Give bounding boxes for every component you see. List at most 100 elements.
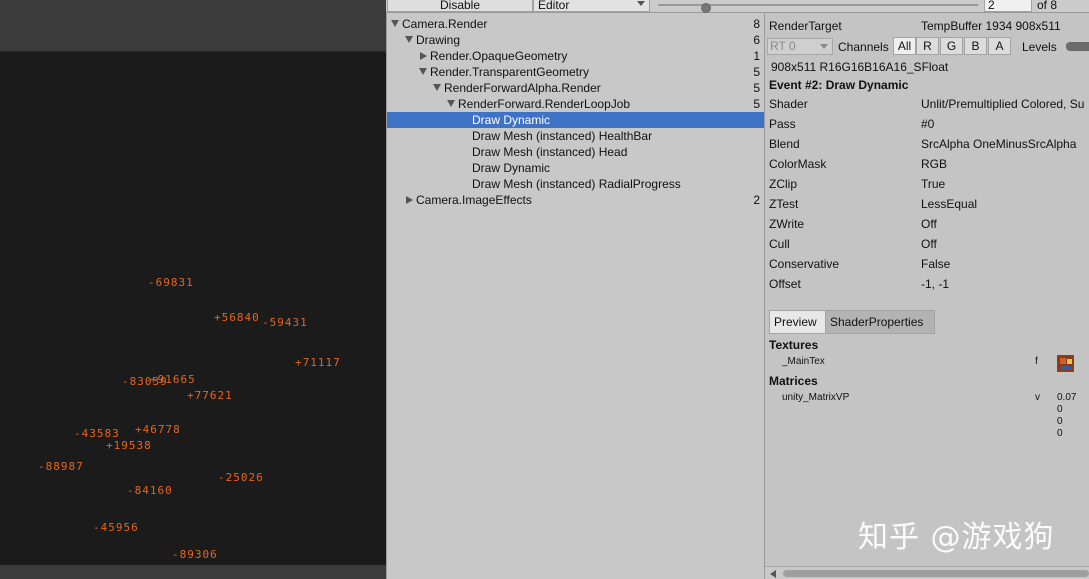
damage-number: -69831 bbox=[148, 276, 194, 289]
tree-item[interactable]: RenderForwardAlpha.Render 5 bbox=[387, 80, 764, 96]
prop-value: SrcAlpha OneMinusSrcAlpha bbox=[921, 137, 1076, 151]
event-slider-handle[interactable] bbox=[701, 3, 711, 13]
prop-value: #0 bbox=[921, 117, 934, 131]
channel-all-button[interactable]: All bbox=[893, 37, 916, 55]
event-total-label: of 8 bbox=[1037, 0, 1057, 12]
watermark: 知乎 @游戏狗 bbox=[858, 512, 1055, 556]
tree-item-count: 6 bbox=[753, 32, 760, 48]
prop-value: -1, -1 bbox=[921, 277, 949, 291]
tree-item[interactable]: Draw Mesh (instanced) HealthBar bbox=[387, 128, 764, 144]
tree-item[interactable]: Camera.Render 8 bbox=[387, 16, 764, 32]
texture-thumbnail[interactable] bbox=[1057, 355, 1074, 372]
channels-label: Channels bbox=[838, 40, 889, 54]
event-slider[interactable] bbox=[658, 4, 978, 6]
tree-item-label: Drawing bbox=[416, 32, 460, 48]
damage-number: +77621 bbox=[187, 389, 233, 402]
prop-value: LessEqual bbox=[921, 197, 977, 211]
tree-item-label: RenderForward.RenderLoopJob bbox=[458, 96, 630, 112]
matrix-value: 0 bbox=[1057, 404, 1063, 415]
damage-number: -45956 bbox=[93, 521, 139, 534]
channel-a-button[interactable]: A bbox=[988, 37, 1011, 55]
expand-arrow-icon[interactable] bbox=[419, 68, 427, 75]
texture-flag: f bbox=[1035, 356, 1038, 367]
tree-item[interactable]: Draw Mesh (instanced) RadialProgress bbox=[387, 176, 764, 192]
prop-key: ZClip bbox=[769, 177, 797, 191]
prop-value: True bbox=[921, 177, 945, 191]
prop-value: Unlit/Premultiplied Colored, Su bbox=[921, 97, 1084, 111]
damage-number: -84160 bbox=[127, 484, 173, 497]
matrices-header: Matrices bbox=[769, 374, 818, 388]
tree-item-label: Draw Mesh (instanced) HealthBar bbox=[472, 128, 652, 144]
prop-key: Conservative bbox=[769, 257, 839, 271]
tree-item-label: Camera.ImageEffects bbox=[416, 192, 532, 208]
prop-key: Shader bbox=[769, 97, 808, 111]
damage-number: +56840 bbox=[214, 311, 260, 324]
tab-preview[interactable]: Preview bbox=[769, 310, 826, 334]
tree-item[interactable]: Drawing 6 bbox=[387, 32, 764, 48]
damage-number: +91665 bbox=[150, 373, 196, 386]
tree-item[interactable]: Draw Mesh (instanced) Head bbox=[387, 144, 764, 160]
matrix-value: 0 bbox=[1057, 416, 1063, 427]
event-number-field[interactable]: 2 bbox=[984, 0, 1032, 12]
collapse-arrow-icon[interactable] bbox=[406, 196, 413, 204]
prop-key: ZTest bbox=[769, 197, 798, 211]
matrix-value: 0 bbox=[1057, 428, 1063, 439]
tree-item[interactable]: Draw Dynamic bbox=[387, 160, 764, 176]
tree-item[interactable]: RenderForward.RenderLoopJob 5 bbox=[387, 96, 764, 112]
damage-number: -25026 bbox=[218, 471, 264, 484]
tree-item-label: Draw Dynamic bbox=[472, 112, 550, 128]
editor-select-value: Editor bbox=[538, 0, 569, 12]
expand-arrow-icon[interactable] bbox=[447, 100, 455, 107]
prop-key: Cull bbox=[769, 237, 790, 251]
tree-item-count: 5 bbox=[753, 80, 760, 96]
tab-shader-properties[interactable]: ShaderProperties bbox=[825, 310, 935, 334]
game-view-footer bbox=[0, 565, 386, 579]
expand-arrow-icon[interactable] bbox=[391, 20, 399, 27]
channel-b-button[interactable]: B bbox=[964, 37, 987, 55]
tree-item[interactable]: Render.TransparentGeometry 5 bbox=[387, 64, 764, 80]
levels-slider[interactable] bbox=[1066, 42, 1089, 51]
editor-select[interactable]: Editor bbox=[533, 0, 650, 12]
rt-select-value: RT 0 bbox=[770, 39, 796, 53]
expand-arrow-icon[interactable] bbox=[433, 84, 441, 91]
rt-select[interactable]: RT 0 bbox=[767, 38, 833, 55]
prop-key: Pass bbox=[769, 117, 796, 131]
event-title: Event #2: Draw Dynamic bbox=[769, 78, 908, 92]
scroll-left-icon[interactable] bbox=[770, 570, 776, 578]
tree-item-selected[interactable]: Draw Dynamic bbox=[387, 112, 764, 128]
matrix-value: 0.07 bbox=[1057, 392, 1076, 403]
tree-item-label: Render.OpaqueGeometry bbox=[430, 48, 567, 64]
tree-item[interactable]: Render.OpaqueGeometry 1 bbox=[387, 48, 764, 64]
collapse-arrow-icon[interactable] bbox=[420, 52, 427, 60]
game-view-header bbox=[0, 0, 386, 52]
levels-label: Levels bbox=[1022, 40, 1057, 54]
horizontal-scrollbar[interactable] bbox=[765, 566, 1089, 579]
prop-value: Off bbox=[921, 217, 937, 231]
scrollbar-thumb[interactable] bbox=[783, 570, 1089, 577]
prop-key: Offset bbox=[769, 277, 801, 291]
matrix-name: unity_MatrixVP bbox=[782, 392, 849, 403]
format-text: 908x511 R16G16B16A16_SFloat bbox=[771, 60, 948, 74]
damage-number: +71117 bbox=[295, 356, 341, 369]
tree-item-label: Render.TransparentGeometry bbox=[430, 64, 589, 80]
tree-item-count: 5 bbox=[753, 64, 760, 80]
damage-number: -89306 bbox=[172, 548, 218, 561]
tree-item[interactable]: Camera.ImageEffects 2 bbox=[387, 192, 764, 208]
prop-key: ZWrite bbox=[769, 217, 804, 231]
disable-button[interactable]: Disable bbox=[387, 0, 533, 12]
expand-arrow-icon[interactable] bbox=[405, 36, 413, 43]
texture-thumbnail-part bbox=[1060, 358, 1066, 364]
prop-key: Blend bbox=[769, 137, 800, 151]
tree-item-count: 5 bbox=[753, 96, 760, 112]
tree-item-label: Draw Dynamic bbox=[472, 160, 550, 176]
render-target-value: TempBuffer 1934 908x511 bbox=[921, 19, 1061, 33]
prop-key: ColorMask bbox=[769, 157, 826, 171]
damage-number: -88987 bbox=[38, 460, 84, 473]
chevron-down-icon bbox=[820, 44, 828, 49]
tree-item-label: Camera.Render bbox=[402, 16, 487, 32]
textures-header: Textures bbox=[769, 338, 818, 352]
tree-item-count: 8 bbox=[753, 16, 760, 32]
channel-g-button[interactable]: G bbox=[940, 37, 963, 55]
texture-thumbnail-part bbox=[1067, 359, 1072, 364]
channel-r-button[interactable]: R bbox=[916, 37, 939, 55]
